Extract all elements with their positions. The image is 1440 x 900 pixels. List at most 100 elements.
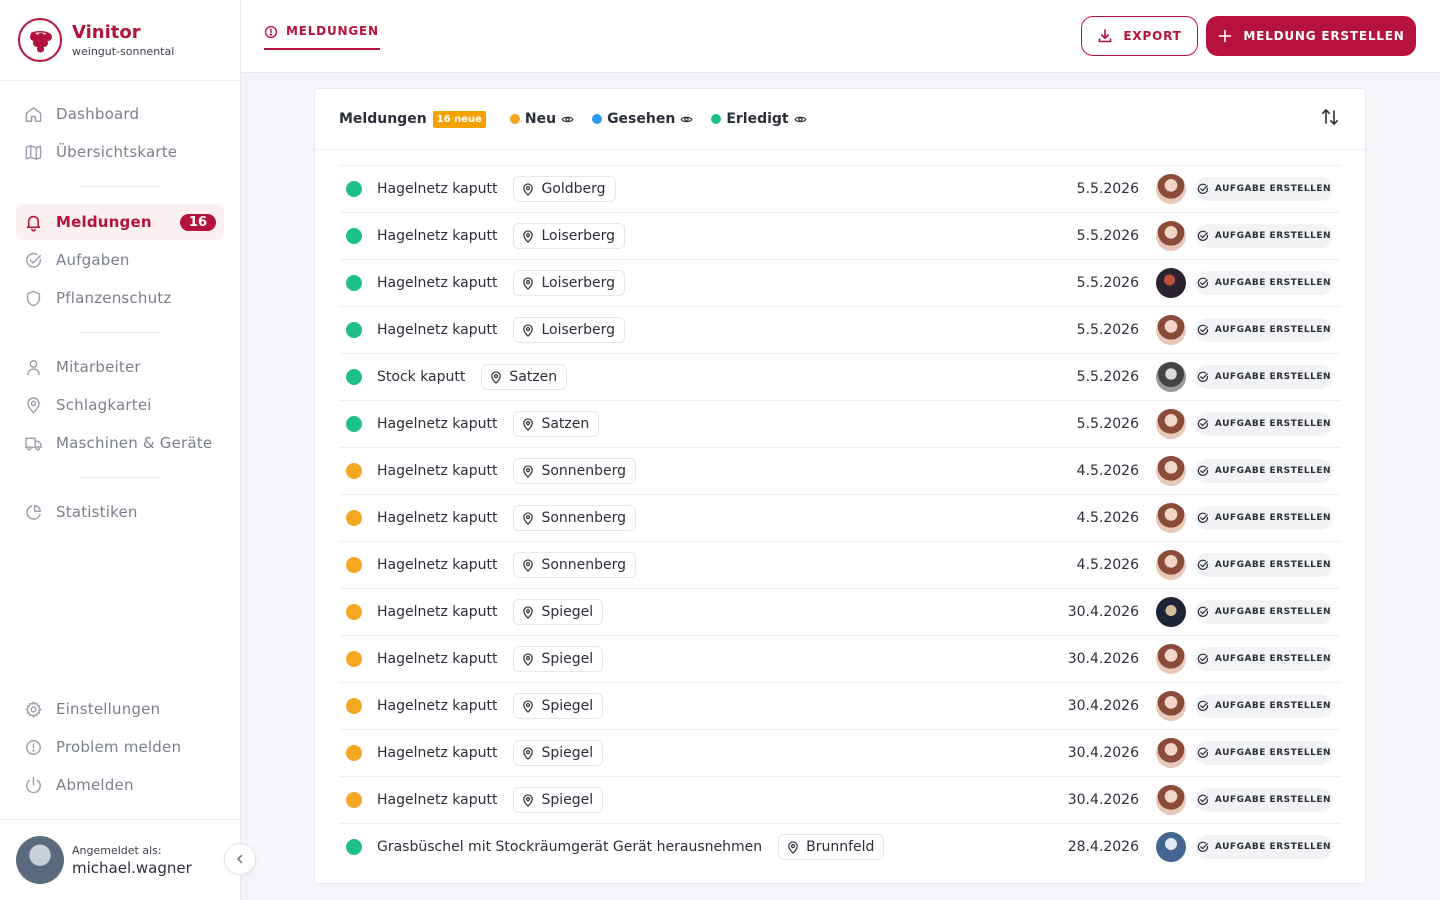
map-pin-icon [523,699,534,713]
location-label: Spiegel [541,745,594,761]
status-dot [346,698,362,714]
create-task-button[interactable]: AUFGABE ERSTELLEN [1195,271,1333,295]
table-row[interactable]: Hagelnetz kaputt Satzen 5.5.2026 AUFGABE ER… [339,400,1341,447]
check-circle-icon [1197,794,1209,805]
create-task-button[interactable]: AUFGABE ERSTELLEN [1195,318,1333,342]
create-task-button[interactable]: AUFGABE ERSTELLEN [1195,741,1333,765]
create-task-button[interactable]: AUFGABE ERSTELLEN [1195,224,1333,248]
table-row[interactable]: Hagelnetz kaputt Loiserberg 5.5.2026 AUFGAB… [339,259,1341,306]
brand-subtitle: weingut-sonnental [72,45,175,58]
create-task-button[interactable]: AUFGABE ERSTELLEN [1195,788,1333,812]
location-chip[interactable]: Sonnenberg [513,458,637,484]
create-task-label: AUFGABE ERSTELLEN [1214,607,1332,617]
avatar [1156,832,1186,862]
table-row[interactable]: Grasbüschel mit Stockräumgerät Gerät her… [339,823,1341,870]
sidebar-item-report-problem[interactable]: Problem melden [16,729,224,765]
avatar [1156,268,1186,298]
location-chip[interactable]: Spiegel [513,646,604,672]
export-label: EXPORT [1123,29,1182,43]
sidebar-item-label: Abmelden [56,776,134,794]
legend-done[interactable]: Erledigt [711,111,807,127]
location-chip[interactable]: Goldberg [513,176,616,202]
sidebar-item-machines[interactable]: Maschinen & Geräte [16,425,224,461]
home-icon [25,106,42,122]
sidebar-item-settings[interactable]: Einstellungen [16,691,224,727]
table-row[interactable]: Hagelnetz kaputt Spiegel 30.4.2026 AUFGABE … [339,588,1341,635]
current-user[interactable]: Angemeldet als: michael.wagner [0,819,240,900]
map-pin-icon [523,276,534,290]
location-chip[interactable]: Sonnenberg [513,505,637,531]
location-chip[interactable]: Spiegel [513,740,604,766]
create-task-button[interactable]: AUFGABE ERSTELLEN [1195,459,1333,483]
table-row[interactable]: Hagelnetz kaputt Spiegel 30.4.2026 AUFGABE … [339,776,1341,823]
create-task-button[interactable]: AUFGABE ERSTELLEN [1195,553,1333,577]
create-task-button[interactable]: AUFGABE ERSTELLEN [1195,177,1333,201]
create-task-label: AUFGABE ERSTELLEN [1214,466,1332,476]
legend-new[interactable]: Neu [509,111,574,127]
create-report-button[interactable]: MELDUNG ERSTELLEN [1206,16,1416,56]
sidebar-item-dashboard[interactable]: Dashboard [16,96,224,132]
create-task-button[interactable]: AUFGABE ERSTELLEN [1195,600,1333,624]
sidebar-item-overview-map[interactable]: Übersichtskarte [16,134,224,170]
report-date: 4.5.2026 [1076,557,1139,573]
table-row[interactable]: Stock kaputt Satzen 5.5.2026 AUFGABE ERSTEL… [339,353,1341,400]
create-task-button[interactable]: AUFGABE ERSTELLEN [1195,506,1333,530]
sidebar-item-label: Aufgaben [56,251,130,269]
location-chip[interactable]: Spiegel [513,599,604,625]
location-chip[interactable]: Sonnenberg [513,552,637,578]
sidebar-item-plant-protection[interactable]: Pflanzenschutz [16,280,224,316]
location-chip[interactable]: Loiserberg [513,317,626,343]
table-row[interactable]: Hagelnetz kaputt Loiserberg 5.5.2026 AUFGAB… [339,306,1341,353]
create-task-button[interactable]: AUFGABE ERSTELLEN [1195,835,1333,859]
sidebar-item-staff[interactable]: Mitarbeiter [16,349,224,385]
avatar [1156,644,1186,674]
sidebar-item-tasks[interactable]: Aufgaben [16,242,224,278]
location-label: Spiegel [541,698,594,714]
download-icon [1099,29,1112,43]
sidebar-item-label: Einstellungen [56,700,161,718]
avatar [1156,597,1186,627]
create-task-button[interactable]: AUFGABE ERSTELLEN [1195,647,1333,671]
collapse-sidebar-button[interactable] [224,843,256,875]
sidebar-item-statistics[interactable]: Statistiken [16,494,224,530]
create-task-label: AUFGABE ERSTELLEN [1214,701,1332,711]
table-row[interactable]: Hagelnetz kaputt Goldberg 5.5.2026 AUFGABE … [339,165,1341,212]
create-task-button[interactable]: AUFGABE ERSTELLEN [1195,694,1333,718]
brand[interactable]: Vinitor weingut-sonnental [0,0,240,81]
table-row[interactable]: Hagelnetz kaputt Sonnenberg 4.5.2026 AUFGAB… [339,447,1341,494]
sidebar-item-label: Mitarbeiter [56,358,141,376]
sidebar-item-parcel-register[interactable]: Schlagkartei [16,387,224,423]
location-chip[interactable]: Loiserberg [513,270,626,296]
map-pin-icon [523,652,534,666]
table-row[interactable]: Hagelnetz kaputt Sonnenberg 4.5.2026 AUFGAB… [339,494,1341,541]
location-chip[interactable]: Spiegel [513,787,604,813]
table-row[interactable]: Hagelnetz kaputt Sonnenberg 4.5.2026 AUFGAB… [339,541,1341,588]
location-chip[interactable]: Satzen [481,364,568,390]
location-chip[interactable]: Satzen [513,411,600,437]
reports-count-badge: 16 [179,213,216,231]
table-row[interactable]: Hagelnetz kaputt Spiegel 30.4.2026 AUFGABE … [339,635,1341,682]
sidebar-item-reports[interactable]: Meldungen 16 [16,204,224,240]
alert-circle-icon [264,25,278,39]
location-label: Loiserberg [541,228,616,244]
legend-seen[interactable]: Gesehen [592,111,693,127]
location-chip[interactable]: Spiegel [513,693,604,719]
create-task-button[interactable]: AUFGABE ERSTELLEN [1195,412,1333,436]
table-row[interactable]: Hagelnetz kaputt Loiserberg 5.5.2026 AUFGAB… [339,212,1341,259]
location-chip[interactable]: Loiserberg [513,223,626,249]
avatar [1156,174,1186,204]
export-button[interactable]: EXPORT [1081,16,1198,56]
report-date: 5.5.2026 [1076,322,1139,338]
sort-icon[interactable] [1319,106,1341,128]
location-chip[interactable]: Brunnfeld [778,834,885,860]
tab-reports[interactable]: MELDUNGEN [264,24,380,50]
create-task-button[interactable]: AUFGABE ERSTELLEN [1195,365,1333,389]
report-title: Hagelnetz kaputt [377,228,498,244]
status-dot [346,557,362,573]
table-row[interactable]: Hagelnetz kaputt Spiegel 30.4.2026 AUFGABE … [339,729,1341,776]
map-pin-icon [491,370,502,384]
location-label: Sonnenberg [541,463,627,479]
sidebar-item-logout[interactable]: Abmelden [16,767,224,803]
table-row[interactable]: Hagelnetz kaputt Spiegel 30.4.2026 AUFGABE … [339,682,1341,729]
eye-icon [561,116,574,122]
